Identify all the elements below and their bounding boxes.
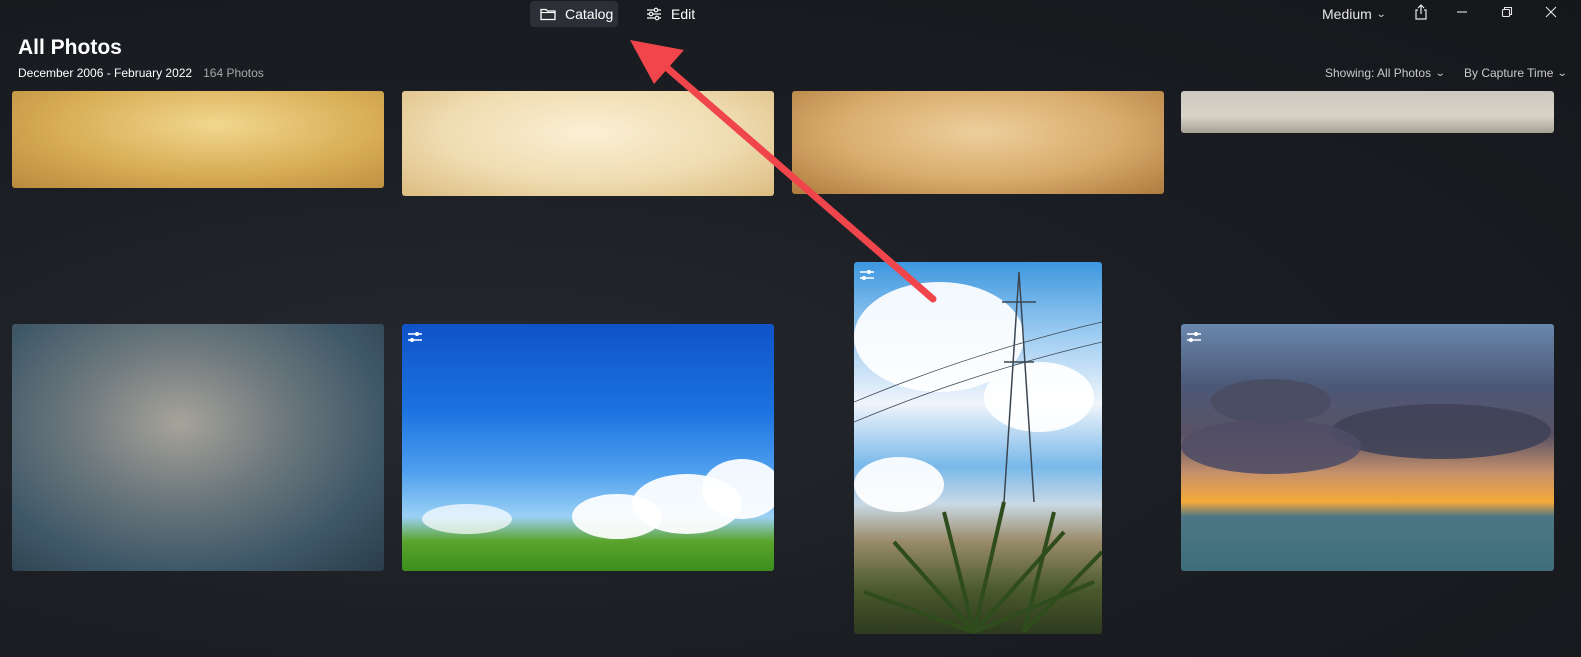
annotation-arrow (630, 40, 937, 303)
